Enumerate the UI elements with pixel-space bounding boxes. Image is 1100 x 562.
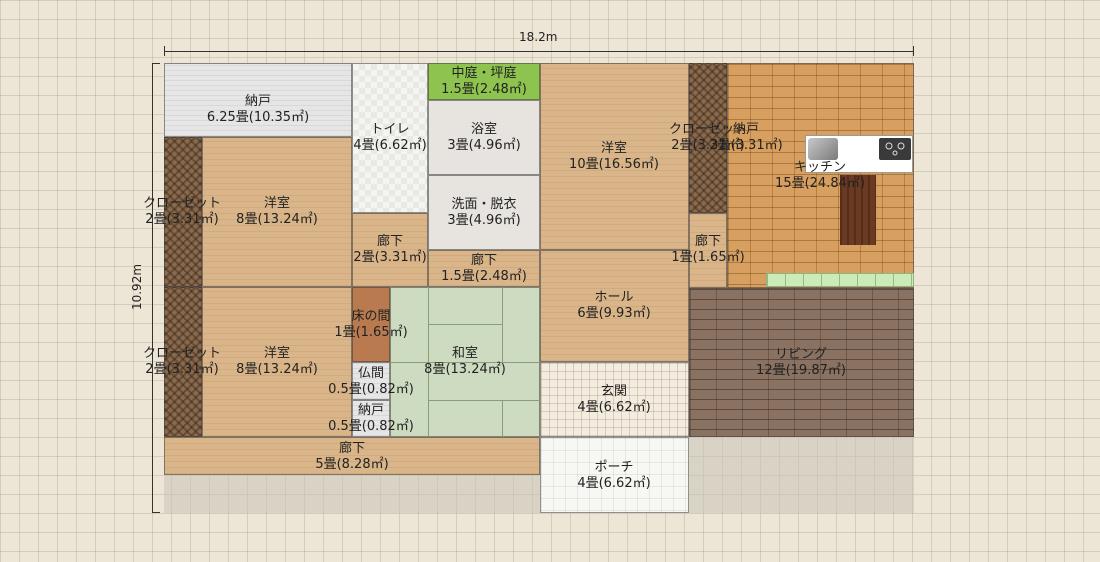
room-area: 3畳(4.96㎡) — [447, 138, 521, 153]
label-closet-left-1: クローゼット 2畳(3.31㎡) — [143, 196, 221, 228]
room-name: ホール — [594, 290, 634, 305]
room-area: 2畳(3.31㎡) — [709, 138, 783, 153]
room-name: クローゼット — [142, 346, 222, 361]
label-washitsu: 和室 8畳(13.24㎡) — [424, 346, 506, 378]
room-name: 納戸 — [732, 122, 759, 137]
room-area: 2畳(3.31㎡) — [145, 212, 219, 227]
room-area: 10畳(16.56㎡) — [569, 157, 659, 172]
label-toilet: トイレ 4畳(6.62㎡) — [353, 122, 426, 154]
room-name: クローゼット — [142, 196, 222, 211]
room-area: 6畳(9.93㎡) — [577, 306, 651, 321]
label-nando-top: 納戸 6.25畳(10.35㎡) — [207, 94, 309, 126]
height-dimension-line — [152, 63, 153, 513]
room-name: トイレ — [370, 122, 410, 137]
room-area: 1畳(1.65㎡) — [671, 250, 745, 265]
room-name: 洋室 — [263, 196, 291, 211]
stove-icon — [879, 138, 911, 160]
room-area: 8畳(13.24㎡) — [236, 362, 318, 377]
room-area: 3畳(4.96㎡) — [447, 213, 521, 228]
room-area: 0.5畳(0.82㎡) — [328, 419, 414, 434]
room-name: 仏間 — [357, 366, 385, 381]
label-kitchen: キッチン 15畳(24.84㎡) — [775, 160, 865, 192]
label-nando-small: 納戸 0.5畳(0.82㎡) — [328, 403, 414, 435]
exterior-strip-left — [164, 475, 540, 513]
width-dimension-line — [164, 51, 914, 52]
exterior-strip-right — [689, 437, 914, 513]
room-area: 6.25畳(10.35㎡) — [206, 110, 310, 125]
label-tokonoma: 床の間 1畳(1.65㎡) — [334, 309, 407, 341]
room-name: キッチン — [793, 160, 846, 175]
room-area: 4畳(6.62㎡) — [353, 138, 427, 153]
room-name: 和室 — [451, 346, 479, 361]
label-hall-right: 廊下 1畳(1.65㎡) — [671, 234, 744, 266]
room-name: 廊下 — [694, 234, 721, 249]
label-hall-bottom: 廊下 5畳(8.28㎡) — [315, 441, 388, 473]
room-name: 廊下 — [376, 234, 403, 249]
height-dimension-tick-top — [152, 63, 160, 64]
room-area: 8畳(13.24㎡) — [424, 362, 506, 377]
room-name: 玄関 — [600, 384, 627, 399]
height-dimension-tick-bottom — [152, 512, 160, 513]
room-area: 8畳(13.24㎡) — [236, 212, 318, 227]
sink-icon — [808, 138, 838, 160]
label-butsuma: 仏間 0.5畳(0.82㎡) — [328, 366, 414, 398]
room-name: 洗面・脱衣 — [451, 197, 517, 212]
room-area: 2畳(3.31㎡) — [145, 362, 219, 377]
room-name: 浴室 — [470, 122, 497, 137]
label-closet-left-2: クローゼット 2畳(3.31㎡) — [143, 346, 221, 378]
label-porch: ポーチ 4畳(6.62㎡) — [577, 460, 650, 492]
label-western-center: 洋室 10畳(16.56㎡) — [569, 141, 659, 173]
room-name: 床の間 — [351, 309, 391, 324]
label-living: リビング 12畳(19.87㎡) — [756, 347, 846, 379]
label-courtyard: 中庭・坪庭 1.5畳(2.48㎡) — [441, 66, 527, 98]
tatami-divider — [502, 400, 503, 437]
label-nando-right: 納戸 2畳(3.31㎡) — [709, 122, 782, 154]
room-area: 1畳(1.65㎡) — [334, 325, 408, 340]
label-western-left-1: 洋室 8畳(13.24㎡) — [236, 196, 318, 228]
room-name: ポーチ — [594, 460, 634, 475]
width-dimension-tick-right — [913, 46, 914, 56]
room-area: 5畳(8.28㎡) — [315, 457, 389, 472]
tatami-divider — [428, 400, 540, 401]
room-name: 廊下 — [338, 441, 365, 456]
label-washroom: 洗面・脱衣 3畳(4.96㎡) — [447, 197, 520, 229]
room-name: 廊下 — [470, 253, 498, 268]
label-genkan: 玄関 4畳(6.62㎡) — [577, 384, 650, 416]
label-hall-mid-2: 廊下 1.5畳(2.48㎡) — [441, 253, 527, 285]
room-area: 1.5畳(2.48㎡) — [441, 269, 527, 284]
room-name: 洋室 — [600, 141, 627, 156]
room-name: 納戸 — [357, 403, 385, 418]
room-area: 1.5畳(2.48㎡) — [441, 82, 527, 97]
room-area: 2畳(3.31㎡) — [353, 250, 427, 265]
height-dimension-label: 10.92m — [130, 263, 145, 311]
room-name: 納戸 — [244, 94, 271, 109]
room-area: 0.5畳(0.82㎡) — [328, 382, 414, 397]
room-name: 洋室 — [263, 346, 291, 361]
room-name: リビング — [774, 347, 827, 362]
tatami-divider — [428, 324, 502, 325]
label-western-left-2: 洋室 8畳(13.24㎡) — [236, 346, 318, 378]
room-area: 12畳(19.87㎡) — [756, 363, 846, 378]
room-area: 15畳(24.84㎡) — [775, 176, 865, 191]
width-dimension-tick-left — [164, 46, 165, 56]
room-area: 4畳(6.62㎡) — [577, 400, 651, 415]
width-dimension-label: 18.2m — [519, 30, 558, 44]
label-bath: 浴室 3畳(4.96㎡) — [447, 122, 520, 154]
label-hall-main: ホール 6畳(9.93㎡) — [577, 290, 650, 322]
room-area: 4畳(6.62㎡) — [577, 476, 651, 491]
label-hall-mid-1: 廊下 2畳(3.31㎡) — [353, 234, 426, 266]
room-name: 中庭・坪庭 — [451, 66, 517, 81]
kitchen-shelf[interactable] — [766, 273, 914, 287]
